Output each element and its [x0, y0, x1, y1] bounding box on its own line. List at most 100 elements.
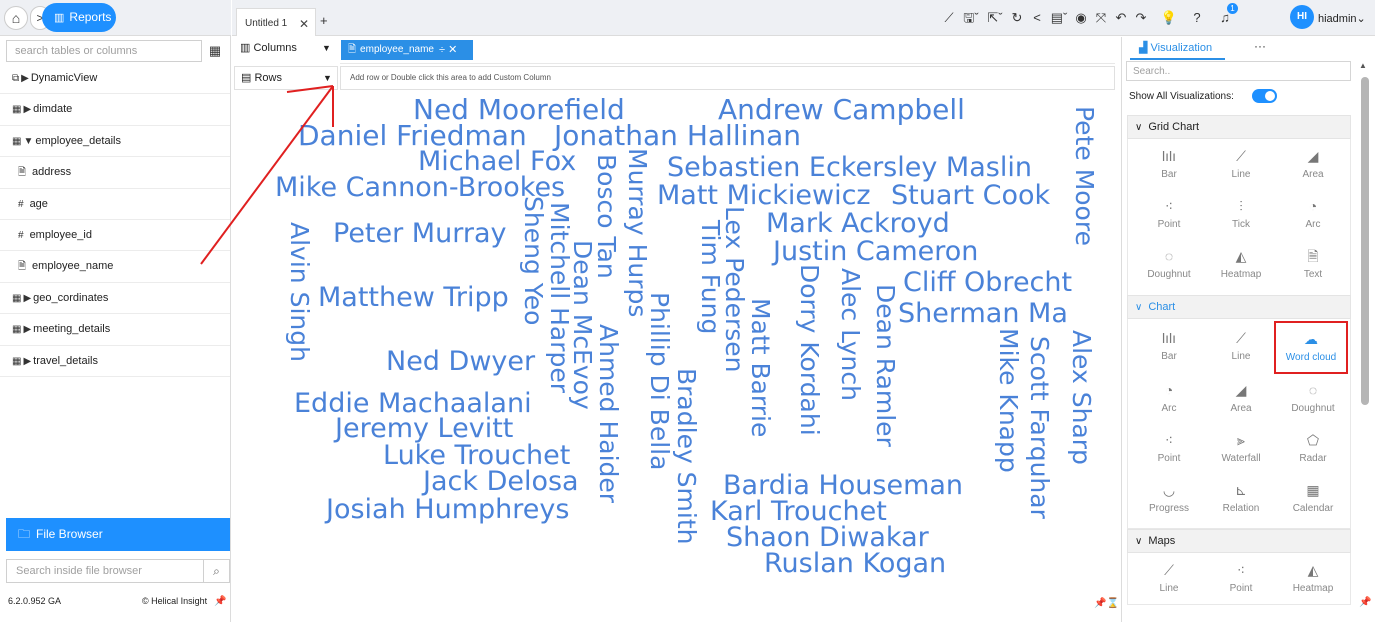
tree-item-employee-details[interactable]: ▦ ▼ employee_details	[0, 126, 230, 158]
file-browser-search-input[interactable]: Search inside file browser	[6, 559, 204, 583]
save-icon[interactable]: 🖫ˇ	[960, 9, 982, 27]
section-maps[interactable]: ∨ Maps	[1127, 529, 1351, 553]
tree-item-dimdate[interactable]: ▦ ▶ dimdate	[0, 94, 230, 126]
export-icon[interactable]: ⇱ˇ	[984, 9, 1006, 27]
search-icon[interactable]: ⌕	[204, 559, 230, 583]
pin-icon[interactable]: 📌	[214, 596, 226, 607]
tree-item-dynamicview[interactable]: ⧉ ▶ DynamicView	[0, 63, 230, 95]
refresh-icon[interactable]: ↻	[1008, 9, 1026, 27]
reports-button[interactable]: ▥ Reports	[42, 3, 116, 32]
column-chip-employee-name[interactable]: 🗎 employee_name ÷ ✕	[341, 40, 473, 60]
pin-icon[interactable]: 📌⌛	[1094, 598, 1119, 609]
point-icon: ⁖	[1164, 198, 1174, 214]
viz-chart-word-cloud[interactable]: ☁ Word cloud	[1274, 321, 1348, 374]
viz-chart-waterfall[interactable]: ⫸ Waterfall	[1204, 431, 1278, 464]
lightbulb-icon[interactable]: 💡	[1160, 9, 1178, 27]
visualization-search-input[interactable]: Search..	[1126, 61, 1351, 81]
viz-map-line[interactable]: ⟋ Line	[1132, 561, 1206, 594]
arc-icon: ◔	[1308, 198, 1318, 214]
word-cloud-word: Bradley Smith	[672, 368, 701, 545]
username-label: hiadmin	[1318, 13, 1357, 25]
user-menu[interactable]: hiadmin⌄	[1318, 12, 1366, 25]
chip-actions[interactable]: ÷ ✕	[439, 40, 457, 60]
share-icon[interactable]: <	[1028, 9, 1046, 27]
viz-grid-arc[interactable]: ◔ Arc	[1276, 197, 1350, 230]
caret-down-icon[interactable]: ▼	[323, 67, 332, 89]
viz-chart-point[interactable]: ⁖ Point	[1132, 431, 1206, 464]
line-icon: ⟋	[1236, 148, 1246, 164]
tree-item-meeting-details[interactable]: ▦ ▶ meeting_details	[0, 314, 230, 346]
bell-icon[interactable]: ♫ 1	[1216, 3, 1238, 27]
preview-icon[interactable]: ◉	[1072, 9, 1090, 27]
point-icon: ⁖	[1236, 562, 1246, 578]
close-icon[interactable]: ✕	[299, 9, 309, 39]
viz-grid-area[interactable]: ◢ Area	[1276, 147, 1350, 180]
section-chart[interactable]: ∨ Chart	[1127, 295, 1351, 319]
tree-item-age[interactable]: # age	[0, 189, 230, 220]
viz-grid-heatmap[interactable]: ◭ Heatmap	[1204, 247, 1278, 280]
viz-grid-doughnut[interactable]: ◌ Doughnut	[1132, 247, 1206, 280]
tab-untitled-1[interactable]: Untitled 1 ✕	[236, 8, 316, 36]
undo-icon[interactable]: ↶	[1112, 9, 1130, 27]
viz-chart-progress[interactable]: ◡ Progress	[1132, 481, 1206, 514]
tree-item-address[interactable]: 🗎 address	[0, 157, 230, 189]
home-icon[interactable]: ⌂	[4, 6, 28, 30]
help-icon[interactable]: ?	[1188, 9, 1206, 27]
redo-icon[interactable]: ↷	[1132, 9, 1150, 27]
columns-drop-zone[interactable]: 🗎 employee_name ÷ ✕	[340, 38, 1115, 64]
rows-drop-zone[interactable]: Add row or Double click this area to add…	[340, 66, 1115, 90]
caret-down-icon[interactable]: ▼	[322, 37, 331, 59]
word-cloud-word: Pete Moore	[1070, 106, 1099, 246]
line-chart-icon[interactable]: ⟋	[940, 9, 958, 27]
more-options-icon[interactable]: ···	[1254, 39, 1266, 53]
word-cloud-word: Alec Lynch	[836, 268, 865, 401]
word-cloud-word: Michael Fox	[418, 146, 577, 177]
viz-label: Text	[1303, 269, 1323, 280]
viz-chart-arc[interactable]: ◔ Arc	[1132, 381, 1206, 414]
columns-shelf[interactable]: ▥ Columns ▼	[234, 37, 338, 61]
tree-item-geo-cordinates[interactable]: ▦ ▶ geo_cordinates	[0, 283, 230, 315]
table-grid-icon[interactable]: ▦	[206, 42, 224, 60]
doughnut-icon: ◌	[1308, 382, 1318, 398]
word-cloud-word: Dorry Kordahi	[795, 264, 824, 436]
tree-item-travel-details[interactable]: ▦ ▶ travel_details	[0, 346, 230, 377]
word-cloud-word: Lex Pedersen	[720, 206, 749, 373]
layout-icon[interactable]: ▤ˇ	[1048, 9, 1070, 27]
search-tables-input[interactable]: search tables or columns	[6, 40, 202, 62]
viz-chart-bar[interactable]: lılı Bar	[1132, 329, 1206, 362]
section-grid-chart[interactable]: ∨ Grid Chart	[1127, 115, 1351, 139]
viz-chart-line[interactable]: ⟋ Line	[1204, 329, 1278, 362]
rows-shelf[interactable]: ▤ Rows ▼	[234, 66, 338, 90]
avatar[interactable]: HI	[1290, 5, 1314, 29]
scroll-up-icon[interactable]: ▲	[1359, 61, 1367, 70]
viz-chart-radar[interactable]: ⬠ Radar	[1276, 431, 1350, 464]
scrollbar-thumb[interactable]	[1361, 77, 1369, 405]
add-tab-button[interactable]: +	[320, 13, 328, 28]
show-all-toggle[interactable]	[1252, 89, 1277, 103]
collapse-arrow-icon: ▼	[23, 135, 34, 147]
arc-icon: ◔	[1164, 382, 1174, 398]
viz-map-heatmap[interactable]: ◭ Heatmap	[1276, 561, 1350, 594]
viz-grid-bar[interactable]: lılı Bar	[1132, 147, 1206, 180]
viz-grid-text[interactable]: 🗎 Text	[1276, 247, 1350, 280]
viz-grid-tick[interactable]: ⫶ Tick	[1204, 197, 1278, 230]
brand-label: © Helical Insight	[142, 596, 208, 606]
tree-item-employee-name[interactable]: 🗎 employee_name	[0, 251, 230, 283]
viz-label: Point	[1157, 453, 1181, 464]
viz-chart-area[interactable]: ◢ Area	[1204, 381, 1278, 414]
pin-icon[interactable]: 📌	[1359, 597, 1371, 608]
tab-visualization[interactable]: ▟ Visualization	[1139, 41, 1212, 54]
viz-label: Line	[1231, 351, 1251, 362]
viz-chart-doughnut[interactable]: ◌ Doughnut	[1276, 381, 1350, 414]
word-cloud-word: Josiah Humphreys	[326, 494, 570, 525]
viz-grid-point[interactable]: ⁖ Point	[1132, 197, 1206, 230]
word-cloud-word: Matt Barrie	[746, 298, 775, 438]
viz-grid-line[interactable]: ⟋ Line	[1204, 147, 1278, 180]
fullscreen-icon[interactable]: ⤧	[1092, 9, 1110, 27]
viz-map-point[interactable]: ⁖ Point	[1204, 561, 1278, 594]
viz-chart-calendar[interactable]: ▦ Calendar	[1276, 481, 1350, 514]
tree-item-employee-id[interactable]: # employee_id	[0, 220, 230, 252]
file-browser-button[interactable]: 🗀 File Browser	[6, 518, 230, 551]
bar-chart-icon: ▟	[1139, 42, 1151, 54]
viz-chart-relation[interactable]: ⊾ Relation	[1204, 481, 1278, 514]
